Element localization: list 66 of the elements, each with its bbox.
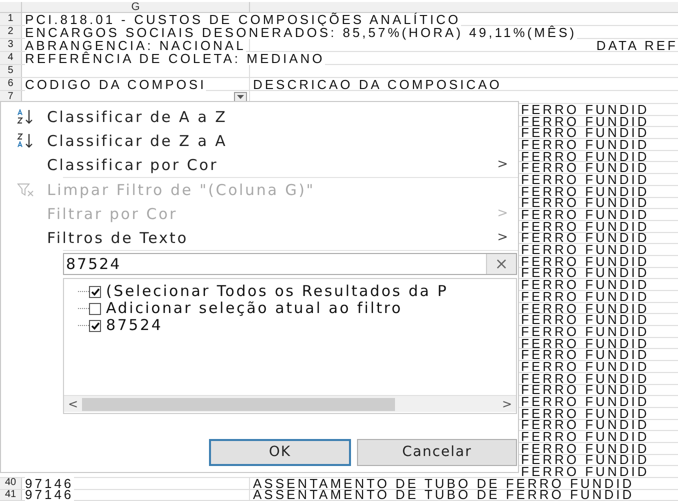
table-cell: FERRO FUNDID bbox=[521, 208, 650, 222]
menu-item[interactable]: Filtros de Texto bbox=[47, 226, 188, 250]
scroll-left-button[interactable]: < bbox=[64, 395, 82, 413]
table-cell: FERRO FUNDID bbox=[521, 266, 650, 280]
table-cell: FERRO FUNDID bbox=[521, 114, 650, 128]
cancel-button[interactable]: Cancelar bbox=[357, 439, 517, 466]
table-cell: 97146 bbox=[25, 488, 74, 501]
table-cell: FERRO FUNDID bbox=[521, 418, 650, 432]
table-cell: FERRO FUNDID bbox=[521, 184, 650, 198]
menu-item: Filtrar por Cor bbox=[47, 204, 178, 225]
table-cell: FERRO FUNDID bbox=[521, 442, 650, 455]
filter-dropdown-button[interactable] bbox=[234, 92, 247, 102]
table-cell: ASSENTAMENTO DE TUBO DE FERRO FUNDID bbox=[253, 476, 634, 490]
table-cell: FERRO FUNDID bbox=[521, 313, 650, 326]
search-field[interactable]: 87524 × bbox=[63, 253, 517, 275]
table-cell: ENCARGOS SOCIAIS DESONERADOS: 85,57%(HORA) 49,11%(MÊS) bbox=[25, 26, 577, 38]
table-cell: FERRO FUNDID bbox=[521, 372, 650, 385]
table-cell: FERRO FUNDID bbox=[521, 453, 650, 466]
caret-icon bbox=[237, 95, 244, 99]
submenu-arrow: > bbox=[497, 205, 508, 224]
scroll-right-button[interactable]: > bbox=[498, 395, 516, 413]
table-cell: CODIGO DA COMPOSI bbox=[25, 78, 206, 90]
table-cell: FERRO FUNDID bbox=[521, 161, 650, 174]
table-cell: FERRO FUNDID bbox=[521, 231, 650, 244]
scrollbar-thumb[interactable] bbox=[82, 398, 395, 410]
table-cell: FERRO FUNDID bbox=[521, 430, 650, 444]
checkbox[interactable] bbox=[89, 320, 101, 332]
table-cell: DATA REF bbox=[596, 38, 678, 52]
table-cell: FERRO FUNDID bbox=[521, 126, 650, 140]
table-cell: FERRO FUNDID bbox=[521, 254, 650, 268]
table-cell: FERRO FUNDID bbox=[521, 395, 650, 408]
table-cell: FERRO FUNDID bbox=[521, 102, 650, 116]
table-cell: FERRO FUNDID bbox=[521, 465, 650, 478]
column-header[interactable]: G bbox=[131, 2, 140, 12]
table-cell: FERRO FUNDID bbox=[521, 360, 650, 373]
checkbox[interactable] bbox=[89, 302, 101, 314]
table-cell: FERRO FUNDID bbox=[521, 196, 650, 210]
submenu-arrow[interactable]: > bbox=[497, 228, 508, 248]
table-cell: FERRO FUNDID bbox=[521, 150, 650, 163]
menu-item[interactable]: Classificar por Cor bbox=[47, 154, 218, 176]
menu-item[interactable]: Classificar de Z a A bbox=[47, 130, 228, 152]
clear-search-button[interactable]: × bbox=[486, 254, 516, 274]
horizontal-scrollbar[interactable]: < > bbox=[64, 395, 516, 412]
table-cell: FERRO FUNDID bbox=[521, 172, 650, 186]
menu-item[interactable]: Classificar de A a Z bbox=[47, 106, 228, 128]
table-cell: DESCRICAO DA COMPOSICAO bbox=[253, 78, 502, 90]
checkbox[interactable] bbox=[89, 286, 101, 298]
table-cell: FERRO FUNDID bbox=[521, 383, 650, 396]
table-cell: FERRO FUNDID bbox=[521, 302, 650, 315]
table-cell: FERRO FUNDID bbox=[521, 243, 650, 256]
table-cell: FERRO FUNDID bbox=[521, 138, 650, 151]
table-cell: FERRO FUNDID bbox=[521, 336, 650, 350]
table-cell: FERRO FUNDID bbox=[521, 406, 650, 420]
submenu-arrow[interactable]: > bbox=[497, 155, 508, 175]
table-cell: 97146 bbox=[25, 476, 74, 490]
table-cell: FERRO FUNDID bbox=[521, 348, 650, 362]
table-cell: FERRO FUNDID bbox=[521, 290, 650, 303]
table-cell: ABRANGENCIA: NACIONAL bbox=[25, 38, 246, 52]
table-cell: REFERÊNCIA DE COLETA: MEDIANO bbox=[25, 52, 325, 64]
menu-item: Limpar Filtro de "(Coluna G)" bbox=[47, 180, 315, 201]
table-cell: PCI.818.01 - CUSTOS DE COMPOSIÇÕES ANALÍTICO bbox=[25, 12, 461, 26]
table-cell: FERRO FUNDID bbox=[521, 324, 650, 338]
table-cell: ASSENTAMENTO DE TUBO DE FERRO FUNDID bbox=[253, 488, 634, 501]
table-cell: FERRO FUNDID bbox=[521, 220, 650, 233]
ok-button[interactable]: OK bbox=[209, 439, 351, 466]
table-cell: FERRO FUNDID bbox=[521, 278, 650, 292]
